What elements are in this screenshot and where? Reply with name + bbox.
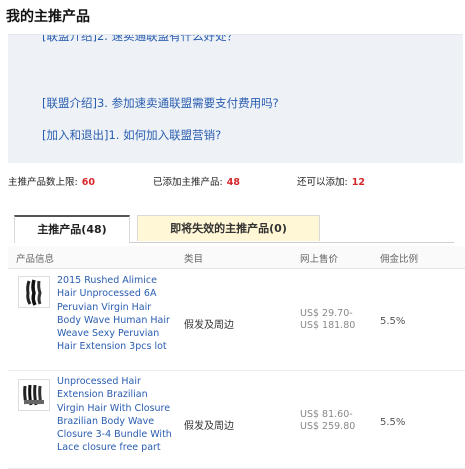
stat-added-value: 48 [226, 177, 240, 188]
price-high: US$ 181.80 [300, 320, 356, 331]
faq-link[interactable]: [联盟介绍]2. 速卖通联盟有什么好处？ [42, 35, 238, 44]
product-name-link[interactable]: Unprocessed Hair Extension Brazilian Vir… [57, 375, 175, 455]
column-header-price: 网上售价 [300, 254, 339, 265]
commission-rate: 5.5% [380, 316, 406, 327]
stat-added: 已添加主推产品: 48 [153, 174, 240, 188]
column-header-category: 类目 [184, 254, 204, 265]
price-high: US$ 259.80 [300, 421, 356, 432]
hair-bundle-image-icon [26, 279, 42, 306]
stat-added-label: 已添加主推产品: [153, 177, 223, 188]
stats-row: 主推产品数上限: 60 已添加主推产品: 48 还可以添加: 12 [0, 174, 465, 190]
stat-remaining-value: 12 [351, 177, 365, 188]
hair-bundle-image-icon [23, 384, 44, 406]
stat-limit-label: 主推产品数上限: [8, 177, 78, 188]
column-header-commission: 佣金比例 [380, 254, 419, 265]
table-row: 2015 Rushed Alimice Hair Unprocessed 6A … [8, 270, 465, 371]
stat-limit-value: 60 [81, 177, 95, 188]
faq-link[interactable]: [联盟介绍]3. 参加速卖通联盟需要支付费用吗? [42, 95, 279, 111]
product-price: US$ 81.60- US$ 259.80 [300, 409, 355, 433]
stat-remaining-label: 还可以添加: [297, 177, 348, 188]
faq-panel: [联盟介绍]2. 速卖通联盟有什么好处？ [联盟介绍]3. 参加速卖通联盟需要支… [8, 34, 463, 163]
product-thumbnail[interactable] [18, 379, 50, 411]
tab-promoted-products[interactable]: 主推产品(48) [14, 215, 130, 243]
stat-remaining: 还可以添加: 12 [297, 174, 365, 188]
tab-expiring-products[interactable]: 即将失效的主推产品(0) [137, 215, 320, 241]
product-price: US$ 29.70- US$ 181.80 [300, 308, 355, 332]
tab-bar: 主推产品(48) 即将失效的主推产品(0) [14, 215, 454, 243]
product-name-link[interactable]: 2015 Rushed Alimice Hair Unprocessed 6A … [57, 274, 175, 354]
price-low: US$ 81.60- [300, 409, 353, 420]
table-row: Unprocessed Hair Extension Brazilian Vir… [8, 371, 465, 469]
product-category: 假发及周边 [184, 320, 234, 331]
table-header: 产品信息 类目 网上售价 佣金比例 [8, 246, 465, 269]
faq-link[interactable]: [加入和退出]1. 如何加入联盟营销? [42, 127, 221, 143]
product-thumbnail[interactable] [18, 276, 50, 308]
price-low: US$ 29.70- [300, 308, 353, 319]
column-header-product: 产品信息 [16, 254, 55, 265]
product-category: 假发及周边 [184, 421, 234, 432]
stat-limit: 主推产品数上限: 60 [8, 174, 95, 188]
page-title: 我的主推产品 [6, 9, 90, 25]
commission-rate: 5.5% [380, 417, 406, 428]
